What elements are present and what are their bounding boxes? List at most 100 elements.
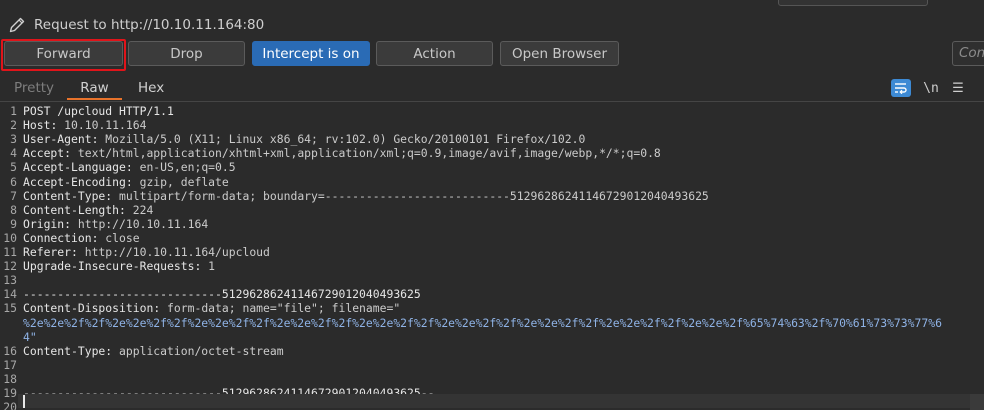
header-value: gzip, deflate	[139, 174, 229, 189]
header-separator: :	[194, 259, 209, 274]
editor-line: 15 Content-Disposition: form-data; name="…	[0, 301, 984, 315]
line-number: 9	[10, 216, 17, 231]
editor-line: 17	[0, 358, 984, 372]
header-value: close	[105, 230, 140, 245]
line-code: POST /upcloud HTTP/1.1	[23, 104, 174, 118]
header-separator: :	[50, 118, 65, 133]
message-view-tabs: Pretty Raw Hex \n ☰	[0, 78, 984, 100]
editor-line: 9 Origin: http://10.10.11.164	[0, 217, 984, 231]
header-value: application/octet-stream	[119, 343, 284, 358]
tab-hex[interactable]: Hex	[138, 80, 164, 100]
line-code: Content-Type: application/octet-stream	[23, 344, 284, 358]
editor-line: 18	[0, 372, 984, 386]
header-separator: :	[71, 245, 85, 259]
line-code: Content-Type: multipart/form-data; bound…	[23, 189, 709, 203]
line-code: Accept-Encoding: gzip, deflate	[23, 175, 229, 189]
line-number: 7	[10, 188, 17, 203]
line-number: 17	[3, 357, 17, 372]
editor-line: 16 Content-Type: application/octet-stream	[0, 344, 984, 358]
request-title: Request to http://10.10.11.164:80	[34, 17, 265, 33]
request-header: Request to http://10.10.11.164:80	[8, 15, 264, 35]
header-name: Connection	[23, 230, 92, 245]
comment-field[interactable]: Con	[952, 41, 984, 66]
header-name: User-Agent	[23, 132, 92, 147]
raw-request-editor[interactable]: 1 POST /upcloud HTTP/1.1 2 Host: 10.10.11.1…	[0, 102, 984, 410]
editor-line: 1 POST /upcloud HTTP/1.1	[0, 104, 984, 118]
line-code: Origin: http://10.10.11.164	[23, 217, 208, 231]
line-code: Content-Length: 224	[23, 203, 153, 217]
editor-line: 7 Content-Type: multipart/form-data; boun…	[0, 189, 984, 203]
line-number: 13	[3, 273, 17, 288]
line-code: Connection: close	[23, 231, 140, 245]
header-separator: :	[64, 216, 78, 231]
editor-line: 14 -----------------------------512962862…	[0, 287, 984, 301]
line-number: 11	[3, 245, 17, 259]
tab-raw[interactable]: Raw	[67, 80, 122, 100]
editor-line: 8 Content-Length: 224	[0, 203, 984, 217]
action-button[interactable]: Action	[376, 41, 493, 66]
header-separator: :	[91, 132, 106, 147]
header-separator: :	[153, 301, 168, 316]
editor-line: 13	[0, 273, 984, 287]
drop-button[interactable]: Drop	[128, 41, 245, 66]
editor-line: 2 Host: 10.10.11.164	[0, 118, 984, 132]
header-separator: :	[125, 174, 140, 189]
forward-button[interactable]: Forward	[4, 41, 123, 66]
header-name: Accept	[23, 146, 65, 161]
editor-line: 3 User-Agent: Mozilla/5.0 (X11; Linux x86…	[0, 132, 984, 146]
header-value: en-US,en;q=0.5	[139, 160, 236, 175]
text-caret	[23, 395, 25, 408]
header-separator: :	[125, 160, 140, 175]
intercept-toggle-button[interactable]: Intercept is on	[252, 41, 370, 66]
word-wrap-icon[interactable]	[891, 79, 911, 97]
editor-line: %2e%2e%2f%2f%2e%2e%2f%2f%2e%2e%2f%2f%2e%…	[0, 316, 984, 330]
line-number: 3	[10, 132, 17, 147]
editor-menu-icon[interactable]: ☰	[950, 78, 966, 98]
open-browser-button[interactable]: Open Browser	[500, 41, 619, 66]
line-number: 19	[3, 386, 17, 400]
header-separator: :	[91, 230, 106, 245]
header-name: -----------------------------51296286241…	[23, 287, 421, 302]
header-name: Content-Disposition	[23, 301, 154, 316]
header-name: POST /upcloud HTTP/1.1	[23, 104, 174, 118]
wrapped-string-value: 4"	[23, 329, 37, 344]
header-value: form-data; name="file"; filename="	[167, 301, 401, 316]
header-name: Origin	[23, 216, 65, 231]
line-number: 6	[10, 174, 17, 189]
header-value: text/html,application/xhtml+xml,applicat…	[77, 146, 661, 161]
header-name: Content-Type	[23, 188, 106, 203]
header-value: http://10.10.11.164	[77, 216, 209, 231]
line-number: 14	[3, 287, 17, 302]
editor-line: 4"	[0, 330, 984, 344]
line-number: 12	[3, 259, 17, 274]
current-line-highlight	[18, 394, 970, 408]
editor-line: 5 Accept-Language: en-US,en;q=0.5	[0, 160, 984, 174]
header-name: Content-Length	[23, 202, 120, 217]
editor-line: 12 Upgrade-Insecure-Requests: 1	[0, 259, 984, 273]
line-number: 2	[10, 118, 17, 133]
intercept-toolbar: Forward Drop Intercept is on Action Open…	[0, 41, 984, 67]
wrapped-string-value: %2e%2e%2f%2f%2e%2e%2f%2f%2e%2e%2f%2f%2e%…	[23, 315, 942, 330]
line-number: 16	[3, 343, 17, 358]
header-value: 224	[132, 202, 154, 217]
line-number: 8	[10, 202, 17, 217]
header-name: Content-Type	[23, 343, 106, 358]
editor-scrollbar[interactable]	[970, 394, 984, 410]
line-code: -----------------------------51296286241…	[23, 287, 421, 301]
header-separator: :	[64, 146, 78, 161]
header-value: Mozilla/5.0 (X11; Linux x86_64; rv:102.0…	[105, 132, 586, 147]
line-code: Accept-Language: en-US,en;q=0.5	[23, 160, 236, 174]
editor-line: 4 Accept: text/html,application/xhtml+xml…	[0, 146, 984, 160]
header-separator: :	[119, 202, 133, 217]
show-newlines-icon[interactable]: \n	[922, 78, 940, 98]
editor-line: 10 Connection: close	[0, 231, 984, 245]
tab-pretty[interactable]: Pretty	[14, 80, 54, 100]
header-name: Accept-Encoding	[23, 174, 126, 189]
header-value: multipart/form-data; boundary=----------…	[119, 188, 709, 203]
line-number: 4	[10, 146, 17, 161]
line-number: 15	[3, 301, 17, 316]
header-value: http://10.10.11.164/upcloud	[84, 245, 270, 259]
header-name: Accept-Language	[23, 160, 126, 175]
line-code: 4"	[23, 330, 37, 344]
line-number: 20	[3, 400, 17, 410]
